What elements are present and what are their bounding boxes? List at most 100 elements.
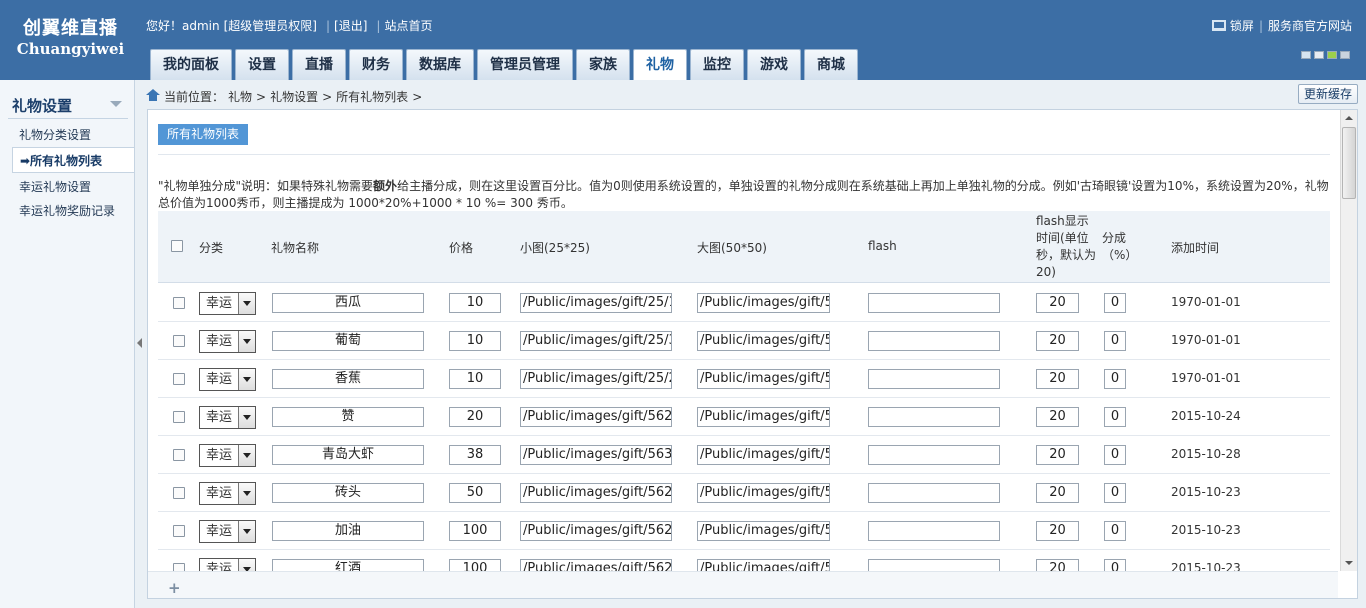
- breadcrumb-item[interactable]: 所有礼物列表: [336, 90, 408, 104]
- large-image-input[interactable]: /Public/images/gift/5: [697, 483, 830, 503]
- tab-admin-management[interactable]: 管理员管理: [477, 49, 573, 80]
- lock-screen-link[interactable]: 锁屏: [1230, 19, 1254, 33]
- category-select[interactable]: 幸运: [199, 406, 256, 429]
- gift-name-input[interactable]: 青岛大虾: [272, 445, 424, 465]
- flash-input[interactable]: [868, 483, 1000, 503]
- price-input[interactable]: 20: [449, 407, 501, 427]
- category-select[interactable]: 幸运: [199, 520, 256, 543]
- scroll-down-icon[interactable]: [1345, 561, 1353, 565]
- large-image-input[interactable]: /Public/images/gift/5: [697, 331, 830, 351]
- category-select[interactable]: 幸运: [199, 368, 256, 391]
- gift-name-input[interactable]: 葡萄: [272, 331, 424, 351]
- price-input[interactable]: 50: [449, 483, 501, 503]
- tab-live[interactable]: 直播: [292, 49, 346, 80]
- price-input[interactable]: 10: [449, 293, 501, 313]
- tab-gifts[interactable]: 礼物: [633, 49, 687, 80]
- provider-site-link[interactable]: 服务商官方网站: [1268, 19, 1352, 33]
- sidebar-item-lucky-gift-settings[interactable]: 幸运礼物设置: [12, 174, 134, 200]
- skin-option-3[interactable]: [1327, 51, 1337, 59]
- select-all-checkbox[interactable]: [171, 240, 183, 252]
- row-checkbox[interactable]: [173, 373, 185, 385]
- large-image-input[interactable]: /Public/images/gift/5: [697, 407, 830, 427]
- flash-input[interactable]: [868, 331, 1000, 351]
- sidebar-item-lucky-gift-rewards[interactable]: 幸运礼物奖励记录: [12, 198, 134, 224]
- tab-monitor[interactable]: 监控: [690, 49, 744, 80]
- share-input[interactable]: 0: [1104, 521, 1126, 541]
- sidebar-item-all-gifts[interactable]: ➡所有礼物列表: [12, 147, 134, 173]
- logout-link[interactable]: [退出]: [334, 19, 367, 33]
- small-image-input[interactable]: /Public/images/gift/25/3: [520, 331, 672, 351]
- row-checkbox[interactable]: [173, 525, 185, 537]
- small-image-input[interactable]: /Public/images/gift/562a: [520, 407, 672, 427]
- collapse-sidebar-icon[interactable]: [137, 338, 142, 348]
- large-image-input[interactable]: /Public/images/gift/5: [697, 521, 830, 541]
- add-icon[interactable]: +: [168, 579, 181, 597]
- gift-name-input[interactable]: 香蕉: [272, 369, 424, 389]
- category-select[interactable]: 幸运: [199, 292, 256, 315]
- row-checkbox[interactable]: [173, 335, 185, 347]
- flash-input[interactable]: [868, 407, 1000, 427]
- tab-family[interactable]: 家族: [576, 49, 630, 80]
- scrollbar-thumb[interactable]: [1342, 127, 1356, 199]
- flash-input[interactable]: [868, 445, 1000, 465]
- share-input[interactable]: 0: [1104, 369, 1126, 389]
- site-home-link[interactable]: 站点首页: [384, 19, 432, 33]
- tab-my-panel[interactable]: 我的面板: [150, 49, 232, 80]
- flash-input[interactable]: [868, 521, 1000, 541]
- gift-name-input[interactable]: 西瓜: [272, 293, 424, 313]
- price-input[interactable]: 10: [449, 369, 501, 389]
- skin-option-1[interactable]: [1301, 51, 1311, 59]
- share-input[interactable]: 0: [1104, 483, 1126, 503]
- small-image-input[interactable]: /Public/images/gift/562a: [520, 521, 672, 541]
- share-input[interactable]: 0: [1104, 407, 1126, 427]
- flash-input[interactable]: [868, 293, 1000, 313]
- flash-time-input[interactable]: 20: [1036, 521, 1079, 541]
- row-checkbox[interactable]: [173, 449, 185, 461]
- gift-name-input[interactable]: 赞: [272, 407, 424, 427]
- category-select[interactable]: 幸运: [199, 444, 256, 467]
- tab-database[interactable]: 数据库: [406, 49, 474, 80]
- gift-name-input[interactable]: 加油: [272, 521, 424, 541]
- sidebar-item-gift-categories[interactable]: 礼物分类设置: [12, 122, 134, 148]
- category-select-value: 幸运: [206, 372, 233, 387]
- row-checkbox[interactable]: [173, 411, 185, 423]
- flash-time-input[interactable]: 20: [1036, 369, 1079, 389]
- vertical-scrollbar[interactable]: [1340, 110, 1357, 571]
- tab-games[interactable]: 游戏: [747, 49, 801, 80]
- large-image-input[interactable]: /Public/images/gift/5: [697, 369, 830, 389]
- small-image-input[interactable]: /Public/images/gift/25/2: [520, 369, 672, 389]
- breadcrumb-item[interactable]: 礼物设置: [270, 90, 318, 104]
- flash-time-input[interactable]: 20: [1036, 445, 1079, 465]
- gift-name-input[interactable]: 砖头: [272, 483, 424, 503]
- price-input[interactable]: 100: [449, 521, 501, 541]
- tab-finance[interactable]: 财务: [349, 49, 403, 80]
- skin-option-4[interactable]: [1340, 51, 1350, 59]
- small-image-input[interactable]: /Public/images/gift/562a: [520, 483, 672, 503]
- scroll-up-icon[interactable]: [1345, 116, 1353, 120]
- share-input[interactable]: 0: [1104, 445, 1126, 465]
- small-image-input[interactable]: /Public/images/gift/5630: [520, 445, 672, 465]
- flash-time-input[interactable]: 20: [1036, 407, 1079, 427]
- price-input[interactable]: 38: [449, 445, 501, 465]
- flash-time-input[interactable]: 20: [1036, 293, 1079, 313]
- category-select[interactable]: 幸运: [199, 482, 256, 505]
- flash-time-input[interactable]: 20: [1036, 331, 1079, 351]
- category-select[interactable]: 幸运: [199, 330, 256, 353]
- small-image-input[interactable]: /Public/images/gift/25/1: [520, 293, 672, 313]
- refresh-cache-button[interactable]: 更新缓存: [1297, 84, 1358, 104]
- breadcrumb-item[interactable]: 礼物: [228, 90, 252, 104]
- large-image-input[interactable]: /Public/images/gift/5: [697, 445, 830, 465]
- share-input[interactable]: 0: [1104, 293, 1126, 313]
- tab-shop[interactable]: 商城: [804, 49, 858, 80]
- share-input[interactable]: 0: [1104, 331, 1126, 351]
- large-image-input[interactable]: /Public/images/gift/5: [697, 293, 830, 313]
- flash-input[interactable]: [868, 369, 1000, 389]
- skin-option-2[interactable]: [1314, 51, 1324, 59]
- chevron-down-icon[interactable]: [110, 101, 122, 107]
- row-checkbox[interactable]: [173, 297, 185, 309]
- price-input[interactable]: 10: [449, 331, 501, 351]
- flash-time-input[interactable]: 20: [1036, 483, 1079, 503]
- all-gifts-list-button[interactable]: 所有礼物列表: [158, 124, 249, 145]
- tab-settings[interactable]: 设置: [235, 49, 289, 80]
- row-checkbox[interactable]: [173, 487, 185, 499]
